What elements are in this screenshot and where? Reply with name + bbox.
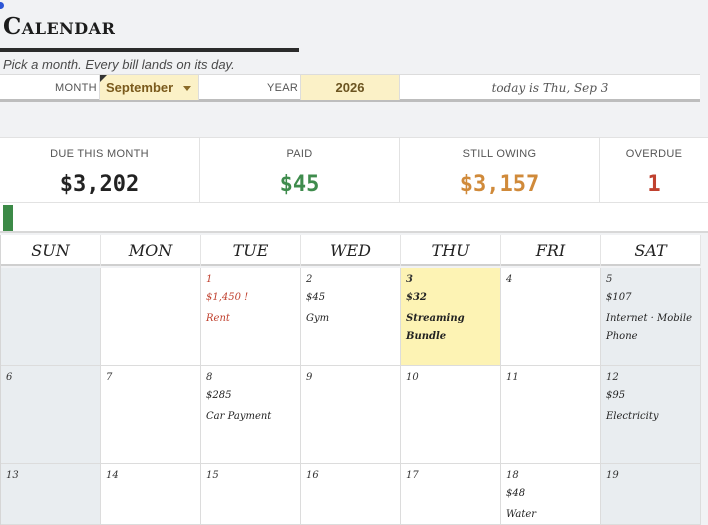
bill-name: Rent: [206, 313, 230, 324]
stat-owing-label: STILL OWING: [462, 148, 537, 160]
day-number: 3: [406, 274, 413, 285]
title-underline: [0, 48, 299, 52]
calendar-day-15[interactable]: 15: [201, 464, 301, 525]
calendar-day-4[interactable]: 4: [501, 268, 601, 366]
bill-amount: $95: [606, 390, 626, 401]
calendar-day-19[interactable]: 19: [601, 464, 701, 525]
day-number: 10: [406, 372, 419, 383]
month-label: MONTH: [55, 82, 97, 94]
calendar-day-6[interactable]: 6: [1, 366, 101, 464]
day-number: 11: [506, 372, 519, 383]
day-number: 16: [306, 470, 319, 481]
month-select[interactable]: September: [99, 75, 199, 100]
summary-stats: DUE THIS MONTH $3,202 PAID $45 STILL OWI…: [0, 137, 708, 204]
weekday-fri: FRI: [501, 235, 601, 266]
calendar-day-17[interactable]: 17: [401, 464, 501, 525]
day-number: 4: [506, 274, 513, 285]
page-title: Calendar: [3, 13, 116, 40]
controls-bar: MONTH September YEAR 2026 today is Thu, …: [0, 74, 700, 102]
stat-still-owing: STILL OWING $3,157: [400, 138, 600, 204]
calendar-day-18[interactable]: 18 $48 Water: [501, 464, 601, 525]
day-number: 12: [606, 372, 619, 383]
bill-amount: $285: [206, 390, 232, 401]
year-label: YEAR: [267, 82, 299, 94]
calendar-day-11[interactable]: 11: [501, 366, 601, 464]
calendar-day-10[interactable]: 10: [401, 366, 501, 464]
weekday-mon: MON: [101, 235, 201, 266]
day-number: 15: [206, 470, 219, 481]
calendar-blank-cell: [101, 268, 201, 366]
stat-overdue: OVERDUE 1: [600, 138, 708, 204]
day-number: 17: [406, 470, 419, 481]
day-number: 9: [306, 372, 313, 383]
bill-amount: $48: [506, 488, 526, 499]
chevron-down-icon[interactable]: [183, 86, 191, 91]
stat-overdue-value: 1: [647, 172, 661, 197]
stat-paid: PAID $45: [200, 138, 400, 204]
day-number: 13: [6, 470, 19, 481]
bill-name: Water: [506, 509, 537, 520]
today-indicator: today is Thu, Sep 3: [491, 81, 609, 95]
calendar-day-8[interactable]: 8 $285 Car Payment: [201, 366, 301, 464]
bill-name: Gym: [306, 313, 330, 324]
bill-name: Streaming Bundle: [406, 313, 465, 342]
bill-name: Car Payment: [206, 411, 272, 422]
year-input-value: 2026: [335, 80, 365, 95]
calendar-day-9[interactable]: 9: [301, 366, 401, 464]
day-number: 14: [106, 470, 119, 481]
weekday-tue: TUE: [201, 235, 301, 266]
bill-amount: $45: [306, 292, 326, 303]
bill-name: Electricity: [606, 411, 659, 422]
day-number: 18: [506, 470, 519, 481]
stat-paid-value: $45: [279, 172, 320, 197]
stat-due-value: $3,202: [59, 172, 140, 197]
calendar-day-13[interactable]: 13: [1, 464, 101, 525]
calendar-day-14[interactable]: 14: [101, 464, 201, 525]
bill-amount: $1,450 !: [206, 292, 249, 303]
calendar-day-7[interactable]: 7: [101, 366, 201, 464]
year-input[interactable]: 2026: [300, 75, 400, 100]
status-dot: [0, 2, 4, 9]
calendar-day-1[interactable]: 1 $1,450 ! Rent: [201, 268, 301, 366]
day-number: 6: [6, 372, 13, 383]
calendar-day-5[interactable]: 5 $107 Internet · Mobile Phone: [601, 268, 701, 366]
calendar-day-3-today[interactable]: 3 $32 Streaming Bundle: [401, 268, 501, 366]
calendar-grid: SUN MON TUE WED THU FRI SAT 1 $1,450 ! R…: [0, 235, 701, 525]
day-number: 7: [106, 372, 113, 383]
paid-progress-fill: [3, 205, 13, 231]
weekday-thu: THU: [401, 235, 501, 266]
weekday-header: SUN MON TUE WED THU FRI SAT: [1, 235, 701, 266]
stat-due-this-month: DUE THIS MONTH $3,202: [0, 138, 200, 204]
weekday-sat: SAT: [601, 235, 701, 266]
day-number: 8: [206, 372, 213, 383]
calendar-day-2[interactable]: 2 $45 Gym: [301, 268, 401, 366]
stat-overdue-label: OVERDUE: [625, 148, 683, 160]
day-number: 2: [306, 274, 313, 285]
month-select-value: September: [106, 80, 174, 95]
calendar-blank-cell: [1, 268, 101, 366]
bill-amount: $107: [606, 292, 632, 303]
bill-amount: $32: [406, 292, 427, 303]
bill-name: Internet · Mobile Phone: [606, 313, 692, 342]
day-number: 1: [206, 274, 213, 285]
day-number: 5: [606, 274, 613, 285]
weekday-sun: SUN: [1, 235, 101, 266]
page-subtitle: Pick a month. Every bill lands on its da…: [3, 57, 235, 72]
calendar-day-16[interactable]: 16: [301, 464, 401, 525]
calendar-day-12[interactable]: 12 $95 Electricity: [601, 366, 701, 464]
stat-due-label: DUE THIS MONTH: [50, 148, 149, 160]
paid-progress-bar: [0, 203, 708, 233]
day-number: 19: [606, 470, 619, 481]
weekday-wed: WED: [301, 235, 401, 266]
stat-owing-value: $3,157: [459, 172, 540, 197]
stat-paid-label: PAID: [286, 148, 313, 160]
